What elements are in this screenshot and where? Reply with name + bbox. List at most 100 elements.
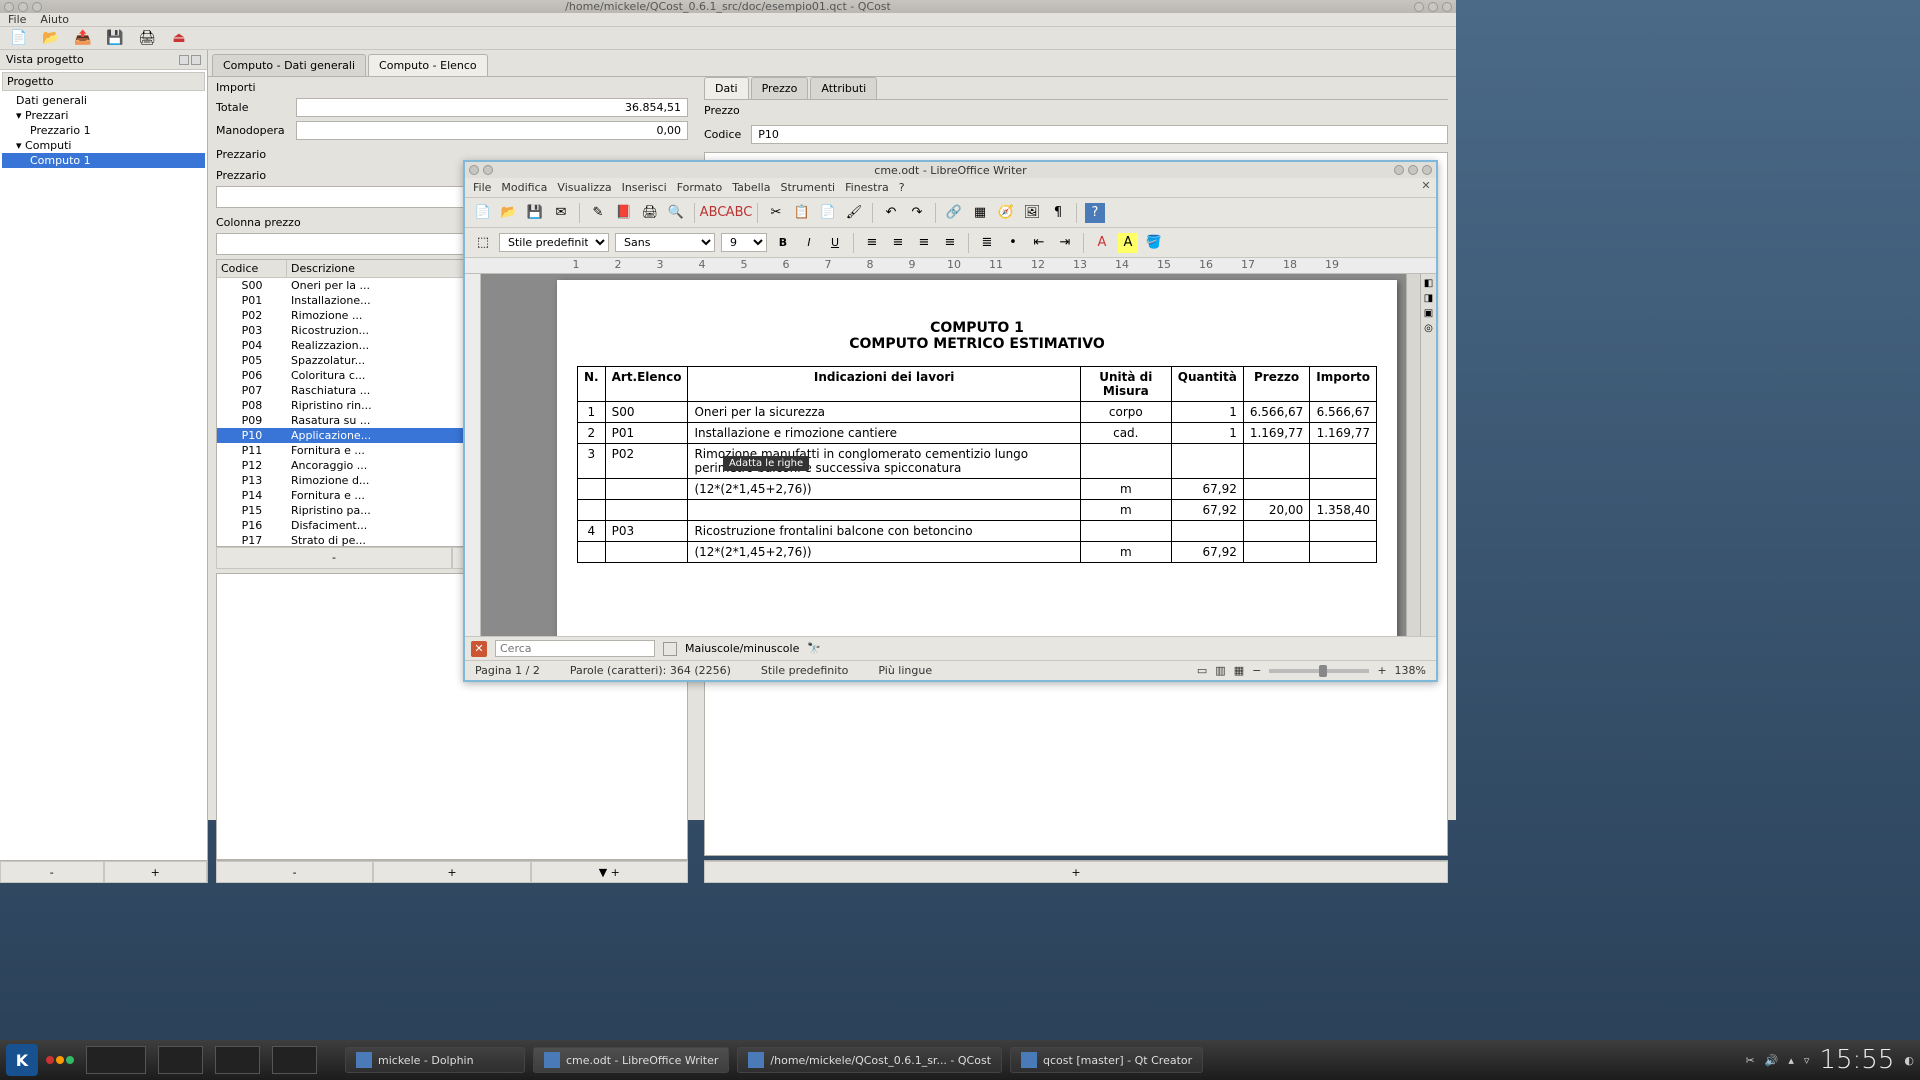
table-row[interactable]: 4P03Ricostruzione frontalini balcone con…: [578, 521, 1377, 542]
volume-icon[interactable]: 🔊: [1765, 1054, 1779, 1067]
table-icon[interactable]: ▦: [970, 203, 990, 223]
activity-switcher[interactable]: [46, 1056, 74, 1064]
table-row[interactable]: 1S00Oneri per la sicurezzacorpo16.566,67…: [578, 402, 1377, 423]
zoom-in-icon[interactable]: +: [1377, 664, 1386, 677]
autospell-icon[interactable]: ABC: [729, 203, 749, 223]
lo-menu-formato[interactable]: Formato: [677, 181, 723, 194]
vertical-scrollbar[interactable]: [1406, 274, 1420, 636]
lo-menu-finestra[interactable]: Finestra: [845, 181, 889, 194]
desktop-pager-2[interactable]: [158, 1046, 203, 1074]
bold-icon[interactable]: B: [773, 233, 793, 253]
vertical-ruler[interactable]: [465, 274, 481, 636]
indent-icon[interactable]: ⇥: [1055, 233, 1075, 253]
project-tree[interactable]: Progetto Dati generali ▾ Prezzari Prezza…: [0, 70, 207, 860]
tree-item[interactable]: ▾ Computi: [2, 138, 205, 153]
numlist-icon[interactable]: ≣: [977, 233, 997, 253]
clipboard-icon[interactable]: ✂: [1745, 1054, 1754, 1067]
taskbar-item[interactable]: cme.odt - LibreOffice Writer: [533, 1047, 729, 1073]
bgcolor-icon[interactable]: 🪣: [1144, 233, 1164, 253]
table-row[interactable]: m67,9220,001.358,40: [578, 500, 1377, 521]
righttab-prezzo[interactable]: Prezzo: [751, 77, 809, 99]
add-button[interactable]: +: [104, 861, 208, 883]
lo-min-icon[interactable]: [1394, 165, 1404, 175]
desktop-pager[interactable]: [86, 1046, 146, 1074]
view-multi-icon[interactable]: ▥: [1215, 664, 1225, 677]
lo-close-icon[interactable]: [1422, 165, 1432, 175]
lo-menu-modifica[interactable]: Modifica: [501, 181, 547, 194]
email-icon[interactable]: ✉: [551, 203, 571, 223]
help-icon[interactable]: ?: [1085, 203, 1105, 223]
horizontal-ruler[interactable]: 12345678910111213141516171819: [465, 258, 1436, 274]
spellcheck-icon[interactable]: ABC: [703, 203, 723, 223]
copy-icon[interactable]: 📋: [792, 203, 812, 223]
print-icon[interactable]: 🖨: [640, 203, 660, 223]
paragraph-style-select[interactable]: Stile predefinito: [499, 233, 609, 252]
gallery-icon[interactable]: 🖼: [1022, 203, 1042, 223]
binoculars-icon[interactable]: 🔭: [807, 642, 821, 655]
desktop-pager-3[interactable]: [215, 1046, 260, 1074]
find-input[interactable]: [495, 640, 655, 657]
match-case-checkbox[interactable]: [663, 642, 677, 656]
outdent-icon[interactable]: ⇤: [1029, 233, 1049, 253]
max-icon[interactable]: [32, 2, 42, 12]
close-find-icon[interactable]: ✕: [471, 641, 487, 657]
det-add-button[interactable]: +: [704, 861, 1448, 883]
tree-item[interactable]: ▾ Prezzari: [2, 108, 205, 123]
lo-max-icon[interactable]: [1408, 165, 1418, 175]
bullist-icon[interactable]: •: [1003, 233, 1023, 253]
zoom-slider[interactable]: [1269, 669, 1369, 673]
italic-icon[interactable]: I: [799, 233, 819, 253]
align-justify-icon[interactable]: ≡: [940, 233, 960, 253]
paste-icon[interactable]: 📄: [818, 203, 838, 223]
hyperlink-icon[interactable]: 🔗: [944, 203, 964, 223]
lo-menu-inserisci[interactable]: Inserisci: [622, 181, 667, 194]
export-icon[interactable]: 📤: [72, 27, 94, 49]
lo-menu-help[interactable]: ?: [899, 181, 905, 194]
status-page[interactable]: Pagina 1 / 2: [475, 664, 540, 677]
styles-icon[interactable]: ⬚: [473, 233, 493, 253]
sidebar-navigator-icon[interactable]: ◎: [1424, 323, 1433, 334]
menu-file[interactable]: File: [8, 13, 26, 26]
network-icon[interactable]: ▴: [1788, 1054, 1794, 1067]
notifications-icon[interactable]: ▿: [1804, 1054, 1810, 1067]
save-icon[interactable]: 💾: [104, 27, 126, 49]
tree-item[interactable]: Prezzario 1: [2, 123, 205, 138]
taskbar-item[interactable]: mickele - Dolphin: [345, 1047, 525, 1073]
new-icon[interactable]: 📄: [8, 27, 30, 49]
tab-elenco[interactable]: Computo - Elenco: [368, 54, 488, 76]
font-size-select[interactable]: 9: [721, 233, 767, 252]
sidebar-properties-icon[interactable]: ◧: [1424, 278, 1433, 289]
lo-menu-file[interactable]: File: [473, 181, 491, 194]
it-remove-button[interactable]: -: [216, 861, 373, 883]
close-icon[interactable]: [4, 2, 14, 12]
closepanel-icon[interactable]: [191, 55, 201, 65]
redo-icon[interactable]: ↷: [907, 203, 927, 223]
remove-button[interactable]: -: [0, 861, 104, 883]
exit-icon[interactable]: ⏏: [168, 27, 190, 49]
tree-item-selected[interactable]: Computo 1: [2, 153, 205, 168]
table-row[interactable]: (12*(2*1,45+2,76))m67,92: [578, 479, 1377, 500]
open-icon[interactable]: 📂: [40, 27, 62, 49]
preview-icon[interactable]: 🔍: [666, 203, 686, 223]
lo-menu-tabella[interactable]: Tabella: [732, 181, 770, 194]
taskbar-item[interactable]: /home/mickele/QCost_0.6.1_sr... - QCost: [737, 1047, 1002, 1073]
status-words[interactable]: Parole (caratteri): 364 (2256): [570, 664, 731, 677]
status-style[interactable]: Stile predefinito: [761, 664, 848, 677]
navigator-icon[interactable]: 🧭: [996, 203, 1016, 223]
zoom-value[interactable]: 138%: [1395, 664, 1426, 677]
edit-icon[interactable]: ✎: [588, 203, 608, 223]
computo-table[interactable]: N.Art.ElencoIndicazioni dei lavoriUnità …: [577, 366, 1377, 563]
max2-icon[interactable]: [1428, 2, 1438, 12]
table-row[interactable]: 2P01Installazione e rimozione cantiereca…: [578, 423, 1377, 444]
zoom-out-icon[interactable]: −: [1252, 664, 1261, 677]
righttab-dati[interactable]: Dati: [704, 77, 749, 99]
kde-menu-button[interactable]: K: [6, 1044, 38, 1076]
align-center-icon[interactable]: ≡: [888, 233, 908, 253]
detach-icon[interactable]: [179, 55, 189, 65]
codice-input[interactable]: P10: [751, 125, 1448, 144]
print-icon[interactable]: 🖨: [136, 27, 158, 49]
align-right-icon[interactable]: ≡: [914, 233, 934, 253]
underline-icon[interactable]: U: [825, 233, 845, 253]
highlight-icon[interactable]: A: [1118, 233, 1138, 253]
clock[interactable]: 15:55: [1819, 1045, 1894, 1075]
